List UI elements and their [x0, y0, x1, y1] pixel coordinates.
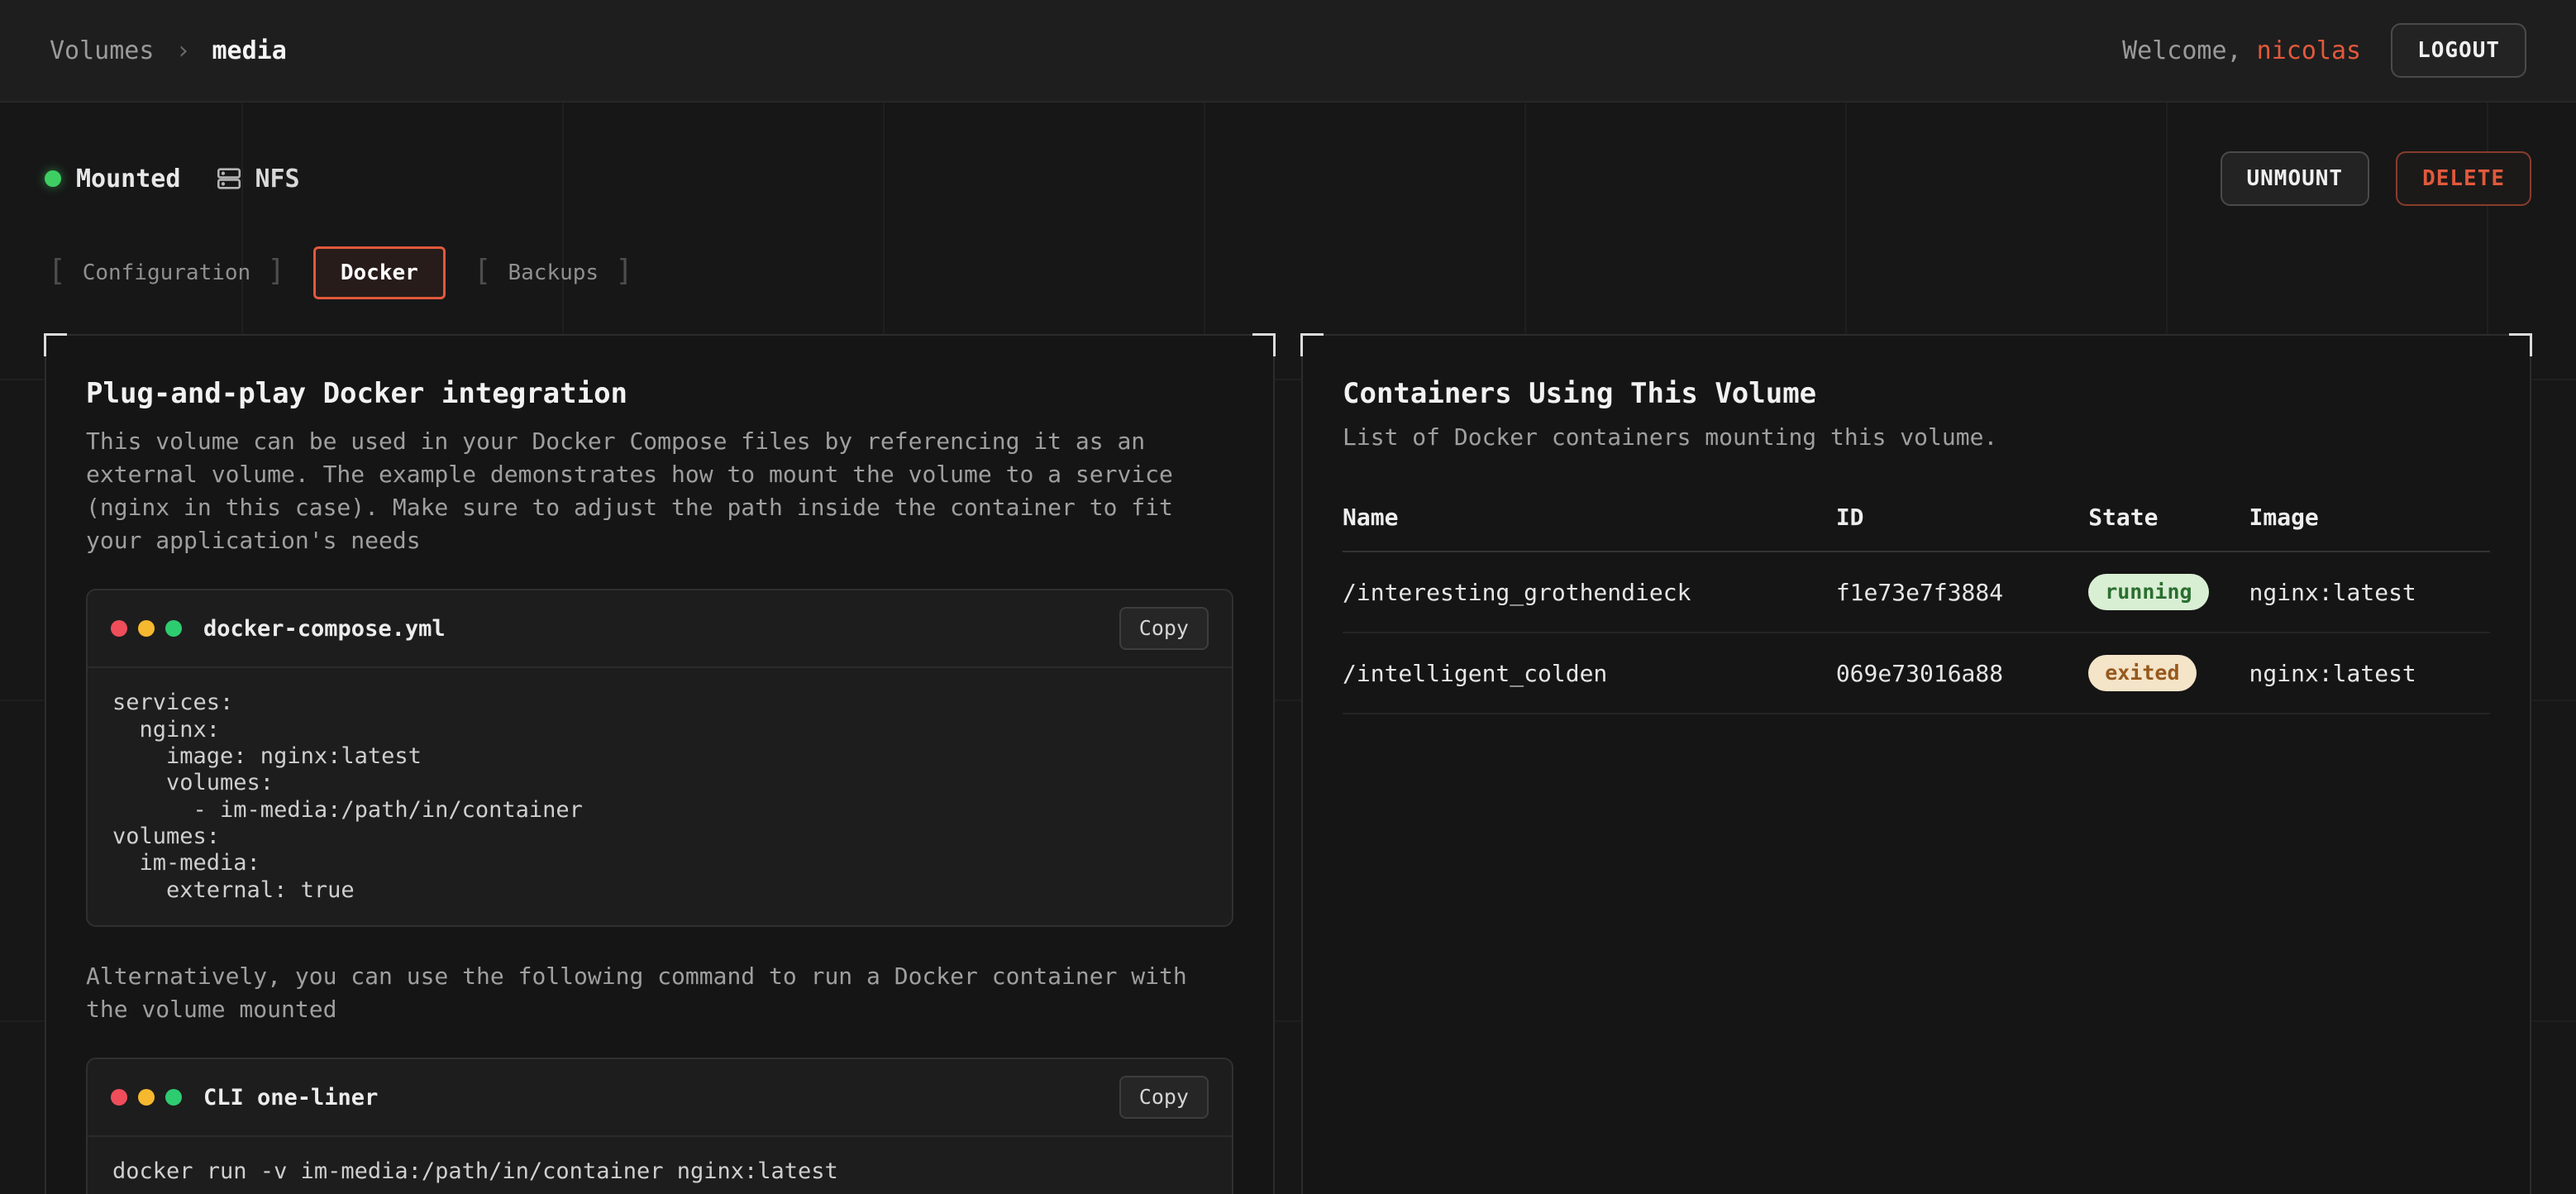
column-header-id: ID — [1836, 489, 2088, 552]
volume-status-row: Mounted NFS UNMOUNT DELETE — [45, 149, 2531, 208]
compose-code-card: docker-compose.yml Copy services: nginx:… — [86, 589, 1233, 927]
panels-row: Plug-and-play Docker integration This vo… — [45, 334, 2531, 1194]
mounted-status-dot — [45, 170, 61, 187]
tab-docker[interactable]: Docker — [313, 246, 446, 299]
corner-bracket — [2509, 333, 2532, 356]
docker-panel-description: This volume can be used in your Docker C… — [86, 425, 1194, 557]
server-stack-icon — [215, 165, 243, 193]
cli-code-block: docker run -v im-media:/path/in/containe… — [88, 1137, 1232, 1194]
table-row: /intelligent_colden 069e73016a88 exited … — [1343, 633, 2490, 714]
copy-cli-button[interactable]: Copy — [1119, 1076, 1209, 1119]
state-badge: exited — [2088, 655, 2196, 691]
filesystem-type: NFS — [215, 165, 299, 193]
username: nicolas — [2257, 36, 2361, 65]
containers-panel: Containers Using This Volume List of Doc… — [1301, 334, 2531, 1194]
tab-bar: Configuration Docker Backups — [45, 245, 2531, 301]
compose-code-block: services: nginx: image: nginx:latest vol… — [88, 668, 1232, 925]
corner-bracket — [1300, 333, 1324, 356]
state-badge: running — [2088, 574, 2208, 610]
table-row: /interesting_grothendieck f1e73e7f3884 r… — [1343, 552, 2490, 633]
breadcrumb-volumes-link[interactable]: Volumes — [50, 36, 154, 65]
cli-intro-text: Alternatively, you can use the following… — [86, 960, 1194, 1026]
window-traffic-lights-icon — [111, 620, 182, 637]
logout-button[interactable]: LOGOUT — [2391, 23, 2526, 78]
delete-button[interactable]: DELETE — [2396, 151, 2531, 206]
welcome-prefix: Welcome, — [2122, 36, 2242, 65]
compose-code-card-header: docker-compose.yml Copy — [88, 590, 1232, 668]
corner-bracket — [44, 333, 67, 356]
containers-table-header: Name ID State Image — [1343, 489, 2490, 552]
mounted-status-label: Mounted — [76, 165, 180, 193]
breadcrumb-current-volume: media — [212, 36, 287, 65]
breadcrumb: Volumes › media — [50, 36, 287, 65]
containers-table: Name ID State Image /interesting_grothen… — [1343, 489, 2490, 714]
container-id: 069e73016a88 — [1836, 633, 2088, 714]
cli-card-title: CLI one-liner — [203, 1085, 378, 1110]
docker-panel-title: Plug-and-play Docker integration — [86, 377, 1233, 410]
chevron-right-icon: › — [175, 36, 190, 65]
window-traffic-lights-icon — [111, 1089, 182, 1106]
containers-panel-subtitle: List of Docker containers mounting this … — [1343, 423, 2490, 451]
column-header-image: Image — [2249, 489, 2491, 552]
column-header-name: Name — [1343, 489, 1836, 552]
welcome-text: Welcome, nicolas — [2122, 36, 2361, 65]
column-header-state: State — [2088, 489, 2249, 552]
cli-code-card-header: CLI one-liner Copy — [88, 1059, 1232, 1137]
unmount-button[interactable]: UNMOUNT — [2221, 151, 2370, 206]
compose-filename: docker-compose.yml — [203, 616, 446, 642]
topbar-right: Welcome, nicolas LOGOUT — [2122, 23, 2526, 78]
container-id: f1e73e7f3884 — [1836, 552, 2088, 633]
corner-bracket — [1252, 333, 1276, 356]
cli-code-card: CLI one-liner Copy docker run -v im-medi… — [86, 1058, 1233, 1194]
main-content: Mounted NFS UNMOUNT DELETE Configuration… — [0, 103, 2576, 1194]
container-image: nginx:latest — [2249, 552, 2491, 633]
filesystem-type-label: NFS — [255, 165, 299, 193]
tab-configuration[interactable]: Configuration — [45, 246, 289, 299]
docker-integration-panel: Plug-and-play Docker integration This vo… — [45, 334, 1275, 1194]
topbar: Volumes › media Welcome, nicolas LOGOUT — [0, 0, 2576, 103]
container-image: nginx:latest — [2249, 633, 2491, 714]
volume-actions: UNMOUNT DELETE — [2221, 151, 2532, 206]
container-name: /intelligent_colden — [1343, 633, 1836, 714]
container-name: /interesting_grothendieck — [1343, 552, 1836, 633]
containers-panel-title: Containers Using This Volume — [1343, 377, 2490, 410]
copy-compose-button[interactable]: Copy — [1119, 607, 1209, 650]
tab-backups[interactable]: Backups — [470, 246, 637, 299]
